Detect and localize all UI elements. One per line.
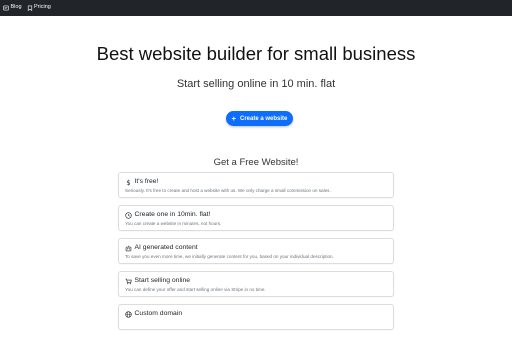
nav-link-label: Blog <box>10 4 22 11</box>
nav-link-label: Pricing <box>34 4 51 11</box>
feature-title: Create one in 10min. flat! <box>134 210 211 218</box>
top-navbar: Blog Pricing <box>0 0 512 16</box>
feature-description: Seriously. It's free to create and host … <box>125 188 331 193</box>
feature-list: $ It's free! Seriously. It's free to cre… <box>118 172 394 337</box>
feature-title: Start selling online <box>134 276 191 284</box>
hero-title: Best website builder for small business <box>96 43 416 64</box>
feature-title: It's free! <box>134 177 159 185</box>
pricing-tag-icon <box>27 5 33 11</box>
svg-text:$: $ <box>126 179 130 186</box>
hero-subtitle: Start selling online in 10 min. flat <box>176 78 336 90</box>
feature-description: To save you even more time, we initially… <box>125 254 334 259</box>
feature-card-free: $ It's free! Seriously. It's free to cre… <box>118 172 394 198</box>
robot-icon <box>125 245 132 252</box>
feature-card-fast: Create one in 10min. flat! You can creat… <box>118 205 394 231</box>
feature-description: You can define your offer and start sell… <box>125 287 266 292</box>
dollar-icon: $ <box>125 179 132 186</box>
feature-card-ai: AI generated content To save you even mo… <box>118 238 394 264</box>
feature-title: Custom domain <box>134 309 183 317</box>
nav-link-pricing[interactable]: Pricing <box>27 5 51 11</box>
blog-icon <box>3 5 9 11</box>
plus-icon: + <box>231 114 237 123</box>
cart-icon <box>125 278 132 285</box>
clock-icon <box>125 211 132 219</box>
create-website-label: Create a website <box>240 115 288 122</box>
nav-link-blog[interactable]: Blog <box>3 5 22 11</box>
feature-title: AI generated content <box>134 243 198 251</box>
feature-card-selling: Start selling online You can define your… <box>118 271 394 297</box>
features-title: Get a Free Website! <box>213 157 299 168</box>
feature-card-domain: Custom domain <box>118 304 394 330</box>
feature-description: You can create a website in minutes, not… <box>125 221 222 226</box>
globe-icon <box>125 310 132 318</box>
create-website-button[interactable]: + Create a website <box>226 111 293 126</box>
